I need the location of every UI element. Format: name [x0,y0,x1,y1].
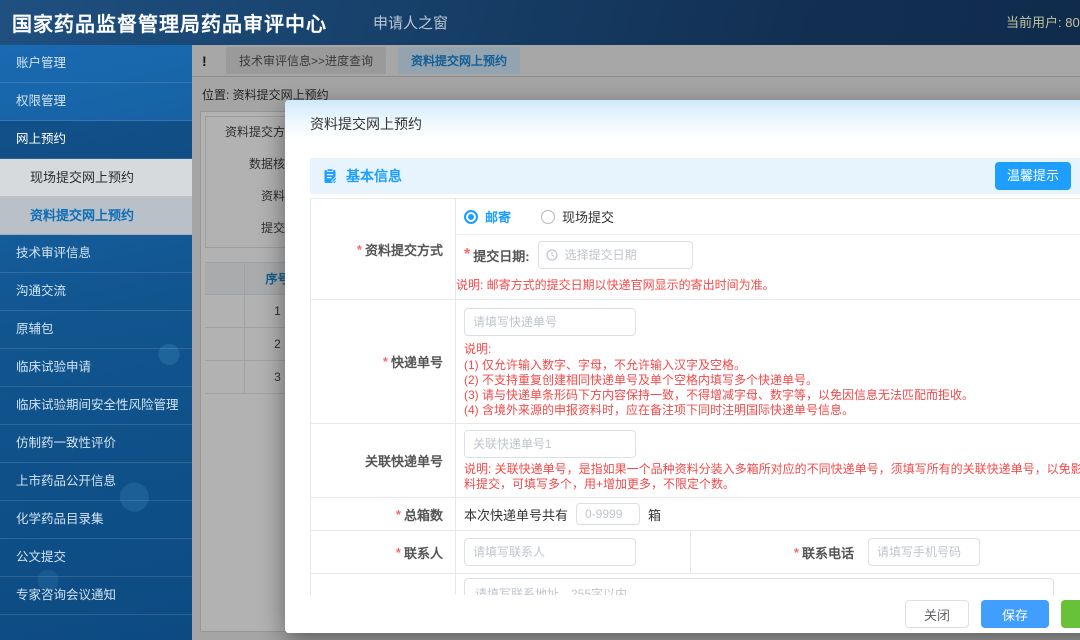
sidebar-item[interactable]: 专家咨询会议通知 [0,577,192,615]
related-tracking-label: 关联快递单号 [364,454,443,469]
sidebar-item-label: 公文提交 [16,550,67,564]
sidebar-item-label: 技术审评信息 [16,246,92,260]
required-mark: * [382,354,388,369]
required-mark: * [395,506,401,522]
form-row-total-boxes: * 总箱数 本次快递单号共有 箱 [311,498,1080,531]
required-mark: * [464,246,471,263]
sidebar-item[interactable]: 技术审评信息 [0,235,192,273]
sidebar-item[interactable]: 临床试验申请 [0,349,192,387]
tracking-note-title: 说明: [464,342,492,356]
form-row-related-tracking: 关联快递单号 说明: 关联快递单号，是指如果一个品种资料分装入多箱所对应的不同快… [311,424,1080,498]
tracking-number-input[interactable] [464,308,636,336]
dialog-body: 基本信息 温馨提示 * 资料提交方式 邮寄 现场提交 * 提交日期: 选择提交日… [285,148,1080,595]
sidebar-item-label: 资料提交网上预约 [30,208,135,223]
clock-icon [545,249,558,261]
sidebar-item[interactable]: 权限管理 [0,83,192,121]
current-user-label: 当前用户: 80 [1006,15,1080,30]
tracking-notes: (1) 仅允许输入数字、字母，不允许输入汉字及空格。 (2) 不支持重复创建相同快… [456,358,1080,417]
submit-method-note: 说明: 邮寄方式的提交日期以快递官网显示的寄出时间为准。 [456,278,775,292]
form-row-submit-method: * 资料提交方式 邮寄 现场提交 * 提交日期: 选择提交日期 说明: 邮寄方式… [311,199,1080,300]
tips-button[interactable]: 温馨提示 [994,162,1071,190]
dialog-title: 资料提交网上预约 [285,100,1080,148]
sidebar-item[interactable]: 原辅包 [0,311,192,349]
app-header: 国家药品监督管理局药品审评中心 申请人之窗 当前用户: 80 [0,0,1080,45]
sidebar-item[interactable]: 资料提交网上预约 [0,197,192,235]
submit-date-input[interactable] [537,241,693,269]
sidebar-item-label: 上市药品公开信息 [16,474,117,488]
sidebar-item[interactable]: 化学药品目录集 [0,501,192,539]
radio-label: 现场提交 [562,210,615,225]
submit-method-label: 资料提交方式 [364,242,443,258]
phone-label: 联系电话 [801,545,854,561]
tracking-note-line: (4) 含境外来源的申报资料时，应在备注项下同时注明国际快递单号信息。 [464,403,855,417]
tracking-note-line: (3) 请与快递单条形码下方内容保持一致，不得增减字母、数字等，以免因信息无法匹… [464,388,975,402]
sidebar-item-label: 临床试验期间安全性风险管理 [16,398,179,412]
tracking-number-label: 快递单号 [390,355,443,370]
radio-label: 邮寄 [485,210,512,225]
sidebar-item-label: 沟通交流 [16,284,67,298]
sidebar-item[interactable]: 沟通交流 [0,273,192,311]
contact-label: 联系人 [403,545,443,561]
form-row-contact: * 联系人 * 联系电话 [311,531,1080,574]
save-button[interactable]: 保存 [980,600,1049,628]
sidebar-item-label: 权限管理 [16,94,67,108]
applicant-portal-link[interactable]: 申请人之窗 [373,12,448,33]
sidebar-item-label: 现场提交网上预约 [30,170,135,185]
related-tracking-input[interactable] [464,430,636,458]
total-boxes-input[interactable] [576,503,641,525]
total-boxes-label: 总箱数 [403,507,443,523]
sidebar-item[interactable]: 临床试验期间安全性风险管理 [0,387,192,425]
sidebar-item-label: 仿制药一致性评价 [16,436,117,450]
contact-input[interactable] [464,538,636,566]
sidebar-item[interactable]: 公文提交 [0,539,192,577]
radio-icon [541,209,556,224]
sidebar-nav: 账户管理 权限管理 网上预约 现场提交网上预约 资料提交网上预约 技术审评信息 … [0,45,192,640]
section-title: 基本信息 [346,168,402,184]
sidebar-item-label: 临床试验申请 [16,360,92,374]
sidebar-item[interactable]: 仿制药一致性评价 [0,425,192,463]
sidebar-item[interactable]: 现场提交网上预约 [0,159,192,197]
radio-icon [464,209,478,224]
tracking-note-line: (1) 仅允许输入数字、字母，不允许输入汉字及空格。 [464,358,747,372]
submit-date-label: 提交日期: [473,248,530,264]
form-row-tracking-number: * 快递单号 说明: (1) 仅允许输入数字、字母，不允许输入汉字及空格。(2)… [311,300,1080,424]
sidebar-item-label: 化学药品目录集 [16,512,104,526]
related-tracking-note: 说明: 关联快递单号，是指如果一个品种资料分装入多箱所对应的不同快递单号，须填写… [464,462,1080,491]
sidebar-item[interactable]: 账户管理 [0,45,192,83]
radio-option[interactable]: 现场提交 [541,207,614,226]
phone-input[interactable] [868,538,980,566]
dialog-footer: 关闭 保存 提交 [285,595,1080,633]
total-boxes-prefix: 本次快递单号共有 [464,507,569,523]
address-textarea[interactable] [464,578,1054,595]
close-button[interactable]: 关闭 [904,600,969,628]
reservation-dialog: 资料提交网上预约 基本信息 温馨提示 * 资料提交方式 邮寄 现场提交 * 提交… [285,100,1080,633]
app-title: 国家药品监督管理局药品审评中心 [12,14,327,36]
required-mark: * [793,544,799,560]
submit-button[interactable]: 提交 [1060,600,1080,628]
form-row-address: * 联系地址 [311,574,1080,595]
sidebar-item-label: 专家咨询会议通知 [16,588,117,602]
basic-info-form: * 资料提交方式 邮寄 现场提交 * 提交日期: 选择提交日期 说明: 邮寄方式… [310,198,1080,595]
sidebar-item-label: 原辅包 [16,322,54,336]
sidebar-item-label: 账户管理 [16,56,67,70]
sidebar-item-label: 网上预约 [16,132,67,146]
required-mark: * [356,241,362,257]
clipboard-edit-icon [324,168,338,183]
sidebar-item[interactable]: 上市药品公开信息 [0,463,192,501]
basic-info-section-bar: 基本信息 温馨提示 [310,158,1080,194]
total-boxes-suffix: 箱 [648,507,662,523]
required-mark: * [395,544,401,560]
radio-option[interactable]: 邮寄 [464,207,511,226]
submit-method-radio-group: 邮寄 现场提交 [456,199,1080,235]
tracking-note-line: (2) 不支持重复创建相同快递单号及单个空格内填写多个快递单号。 [464,373,819,387]
sidebar-item[interactable]: 网上预约 [0,121,192,159]
